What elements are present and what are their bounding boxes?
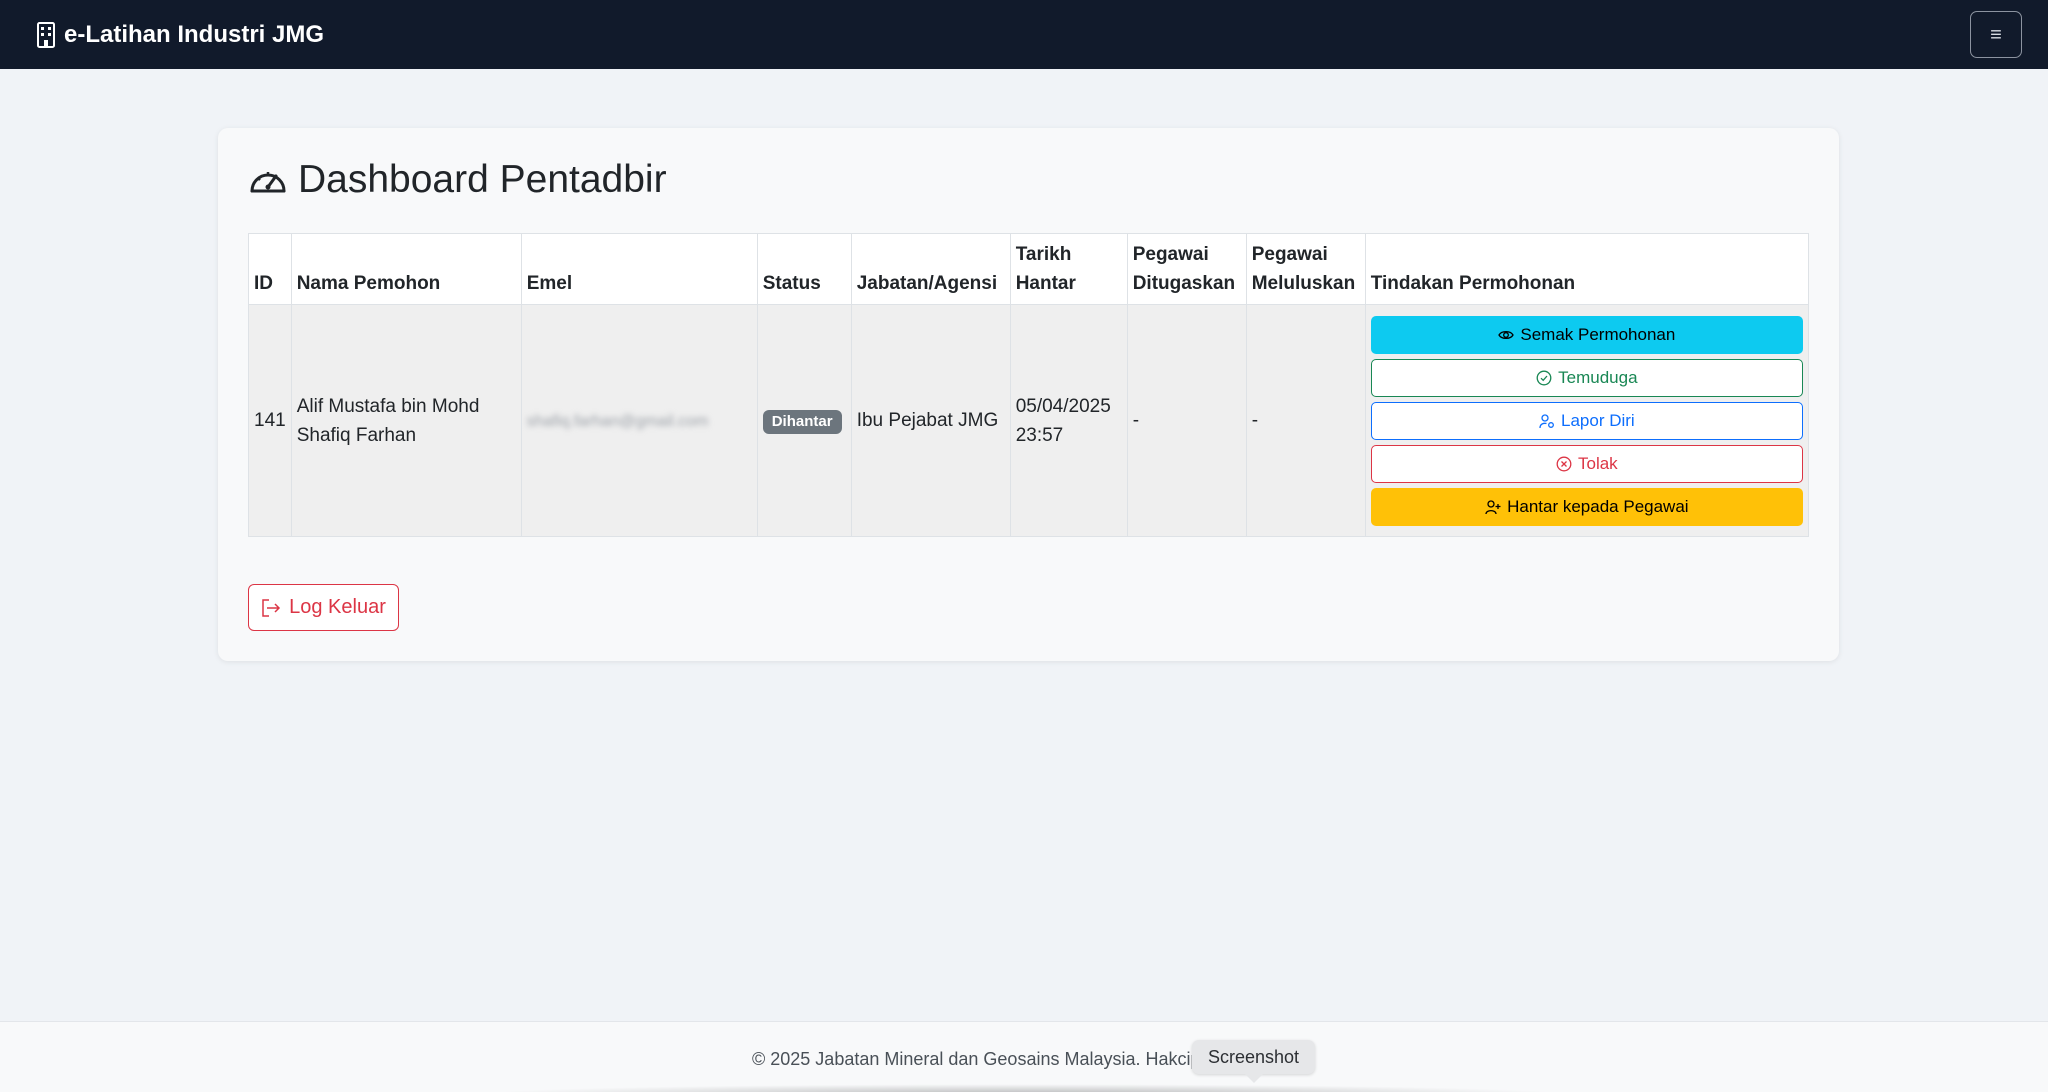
check-circle-icon bbox=[1536, 370, 1552, 385]
speedometer-icon bbox=[250, 172, 286, 193]
person-plus-icon bbox=[1485, 499, 1501, 514]
footer: © 2025 Jabatan Mineral dan Geosains Mala… bbox=[0, 1021, 2048, 1092]
interview-button[interactable]: Temuduga bbox=[1370, 358, 1803, 397]
interview-label: Temuduga bbox=[1558, 368, 1638, 387]
reject-button[interactable]: Tolak bbox=[1370, 444, 1803, 483]
header-actions: Tindakan Permohonan bbox=[1364, 233, 1810, 305]
header-agency: Jabatan/Agensi bbox=[850, 233, 1011, 305]
logout-label: Log Keluar bbox=[289, 596, 386, 618]
header-date: Tarikh Hantar bbox=[1009, 233, 1128, 305]
menu-icon: ≡ bbox=[1990, 23, 2002, 46]
cell-name: Alif Mustafa bin Mohd Shafiq Farhan bbox=[290, 304, 522, 537]
action-buttons: Semak Permohonan Temuduga Lapor Diri Tol… bbox=[1370, 315, 1803, 526]
review-application-button[interactable]: Semak Permohonan bbox=[1370, 315, 1803, 354]
header-status: Status bbox=[756, 233, 852, 305]
building-icon bbox=[37, 21, 55, 48]
status-badge: Dihantar bbox=[762, 410, 842, 434]
footer-copyright: © 2025 Jabatan Mineral dan Geosains Mala… bbox=[752, 1049, 1192, 1069]
header-id: ID bbox=[248, 233, 292, 305]
cell-status: Dihantar bbox=[756, 304, 852, 537]
menu-toggle-button[interactable]: ≡ bbox=[1970, 11, 2022, 58]
header-approved: Pegawai Meluluskan bbox=[1245, 233, 1366, 305]
header-assigned: Pegawai Ditugaskan bbox=[1126, 233, 1247, 305]
send-to-officer-button[interactable]: Hantar kepada Pegawai bbox=[1370, 487, 1803, 526]
cell-assigned: - bbox=[1126, 304, 1247, 537]
reject-label: Tolak bbox=[1578, 454, 1618, 473]
logout-icon bbox=[262, 598, 281, 617]
screenshot-tooltip: Screenshot bbox=[1192, 1040, 1316, 1083]
email-text-blurred: shafiq.farhan@gmail.com bbox=[526, 412, 709, 430]
table-row: 141 Alif Mustafa bin Mohd Shafiq Farhan … bbox=[248, 304, 1810, 537]
page-title-text: Dashboard Pentadbir bbox=[298, 158, 667, 201]
dashboard-card: Dashboard Pentadbir ID Nama Pemohon Emel… bbox=[218, 128, 1839, 661]
cell-id: 141 bbox=[248, 304, 292, 537]
cell-approved: - bbox=[1245, 304, 1366, 537]
x-circle-icon bbox=[1556, 456, 1572, 471]
cell-agency: Ibu Pejabat JMG bbox=[850, 304, 1011, 537]
dock-shadow bbox=[480, 1084, 1570, 1092]
report-duty-button[interactable]: Lapor Diri bbox=[1370, 401, 1803, 440]
person-gear-icon bbox=[1539, 413, 1554, 428]
cell-email: shafiq.farhan@gmail.com bbox=[520, 304, 758, 537]
review-application-label: Semak Permohonan bbox=[1520, 325, 1676, 344]
table-header-row: ID Nama Pemohon Emel Status Jabatan/Agen… bbox=[248, 233, 1810, 305]
header-name: Nama Pemohon bbox=[290, 233, 522, 305]
applications-table: ID Nama Pemohon Emel Status Jabatan/Agen… bbox=[248, 233, 1810, 537]
page-title: Dashboard Pentadbir bbox=[248, 158, 667, 202]
report-duty-label: Lapor Diri bbox=[1561, 411, 1635, 430]
cell-actions: Semak Permohonan Temuduga Lapor Diri Tol… bbox=[1364, 304, 1810, 537]
brand-link[interactable]: e-Latihan Industri JMG bbox=[36, 21, 324, 49]
eye-icon bbox=[1498, 330, 1515, 339]
brand-title: e-Latihan Industri JMG bbox=[64, 20, 325, 48]
navbar: e-Latihan Industri JMG ≡ bbox=[0, 0, 2048, 69]
logout-button[interactable]: Log Keluar bbox=[248, 584, 399, 631]
cell-date: 05/04/2025 23:57 bbox=[1009, 304, 1128, 537]
send-to-officer-label: Hantar kepada Pegawai bbox=[1507, 497, 1689, 516]
header-email: Emel bbox=[520, 233, 758, 305]
